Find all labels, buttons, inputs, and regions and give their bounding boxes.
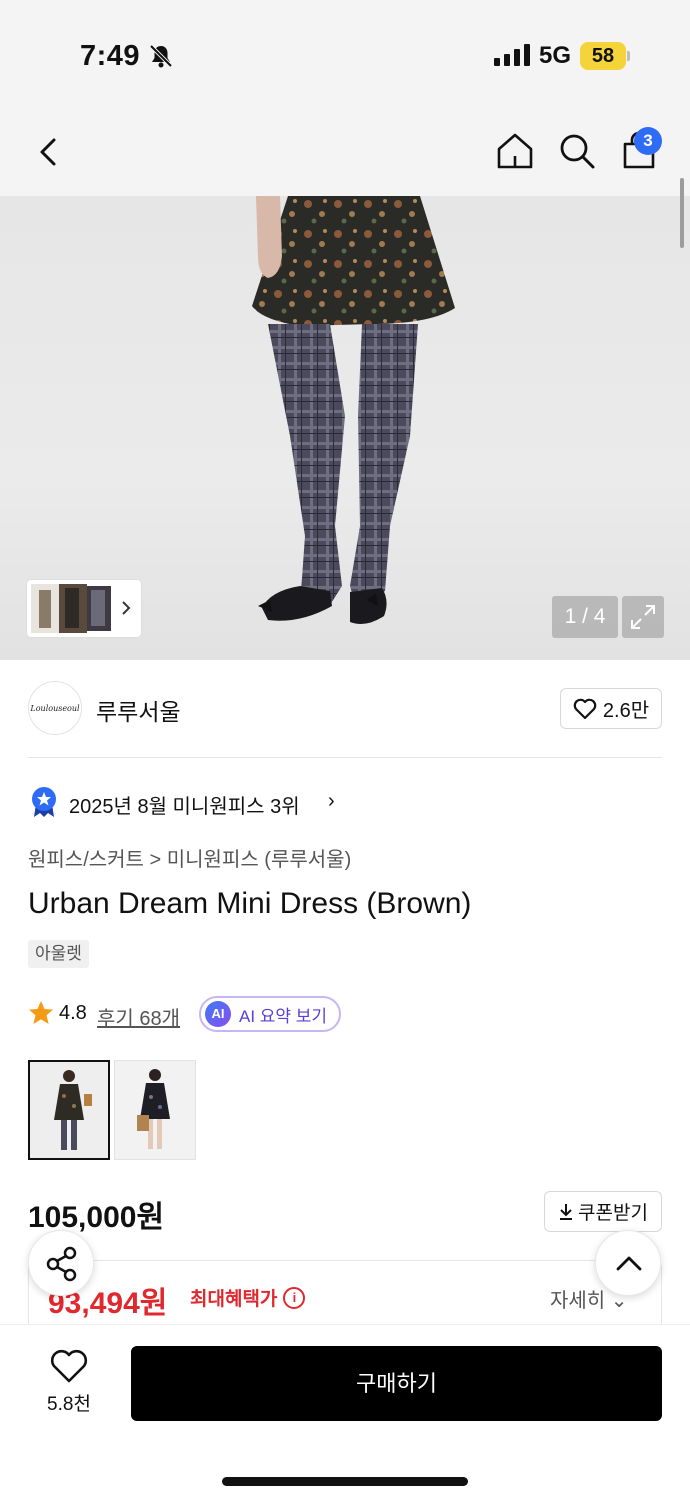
- product-title: Urban Dream Mini Dress (Brown): [28, 887, 472, 920]
- back-arrow-icon[interactable]: [30, 132, 70, 172]
- color-option-brown[interactable]: [28, 1060, 110, 1160]
- color-option-black[interactable]: [114, 1060, 196, 1160]
- coupon-label: 쿠폰받기: [578, 1203, 648, 1224]
- ai-icon: AI: [205, 1001, 231, 1027]
- wishlist-count: 5.8천: [47, 1394, 91, 1415]
- heart-icon: [573, 698, 597, 719]
- chevron-right-icon[interactable]: ›: [328, 790, 335, 813]
- search-icon[interactable]: [556, 130, 598, 172]
- top-nav-bar: 3: [0, 110, 690, 196]
- chevron-up-icon: [616, 1256, 642, 1271]
- max-benefit-label: 최대혜택가 i: [190, 1284, 306, 1311]
- home-indicator[interactable]: [222, 1477, 468, 1486]
- gallery-thumbnail-strip[interactable]: [27, 580, 141, 637]
- ai-summary-button[interactable]: AI AI 요약 보기: [199, 996, 341, 1032]
- rating-score: 4.8: [59, 1002, 87, 1024]
- battery-icon: 58: [580, 42, 626, 70]
- swatch-image: [115, 1061, 195, 1159]
- original-price: 105,000원: [28, 1201, 165, 1234]
- ranking-text[interactable]: 2025년 8월 미니원피스 3위: [69, 790, 300, 819]
- reviews-link[interactable]: 후기 68개: [97, 1002, 180, 1031]
- brand-like-button[interactable]: 2.6만: [560, 688, 662, 729]
- heart-icon[interactable]: [50, 1348, 88, 1384]
- image-counter: 1 / 4: [552, 596, 618, 638]
- brand-logo[interactable]: Loulouseoul: [28, 681, 82, 735]
- status-time: 7:49: [80, 40, 141, 72]
- bell-muted-icon: [149, 44, 173, 68]
- ranking-badge-icon: [32, 787, 56, 817]
- scroll-to-top-button[interactable]: [595, 1230, 661, 1296]
- divider: [28, 757, 662, 758]
- home-icon[interactable]: [494, 130, 536, 172]
- share-button[interactable]: [28, 1230, 94, 1296]
- coupon-button[interactable]: 쿠폰받기: [544, 1191, 662, 1232]
- status-bar: 7:49 5G 58: [0, 0, 690, 110]
- download-icon: [560, 1203, 573, 1220]
- cellular-signal-icon: [494, 44, 530, 66]
- battery-tip: [627, 51, 630, 61]
- brand-like-count: 2.6만: [602, 700, 650, 722]
- buy-button[interactable]: 구매하기: [131, 1346, 662, 1421]
- share-icon: [46, 1246, 77, 1282]
- network-type: 5G: [539, 42, 572, 69]
- scroll-indicator[interactable]: [680, 178, 684, 248]
- outlet-tag: 아울렛: [28, 940, 89, 968]
- brand-name[interactable]: 루루서울: [96, 693, 181, 727]
- thumbnail-images: [31, 584, 131, 633]
- info-icon[interactable]: i: [283, 1286, 306, 1309]
- swatch-image: [30, 1062, 108, 1158]
- max-benefit-text: 최대혜택가: [190, 1289, 278, 1310]
- star-icon: [29, 1001, 53, 1024]
- expand-icon[interactable]: [622, 596, 664, 638]
- cart-count-badge: 3: [634, 127, 662, 155]
- breadcrumb[interactable]: 원피스/스커트 > 미니원피스 (루루서울): [28, 843, 351, 872]
- ai-summary-label: AI 요약 보기: [239, 1006, 328, 1026]
